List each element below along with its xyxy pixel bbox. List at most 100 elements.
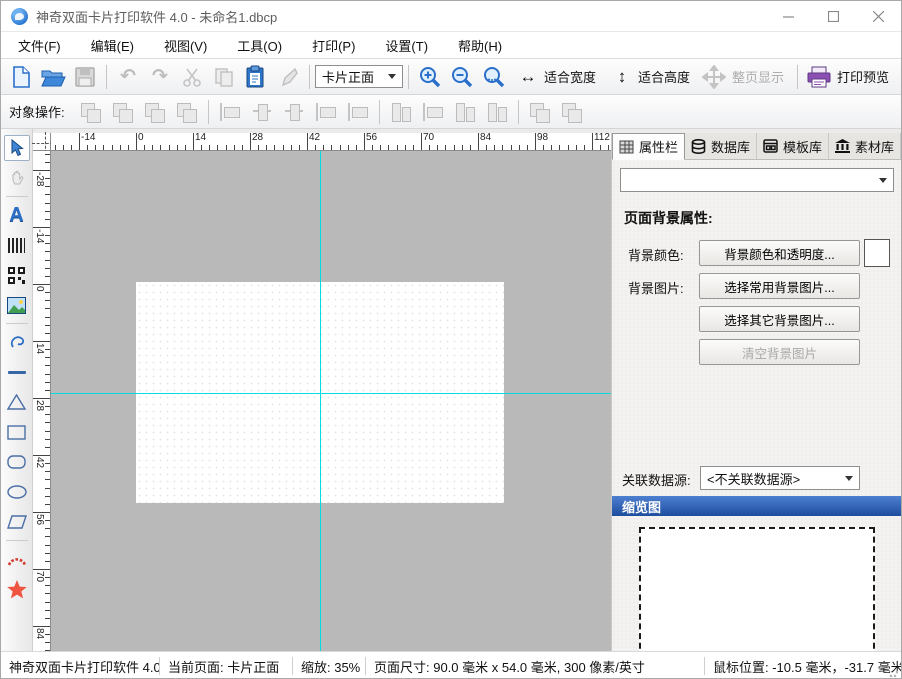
status-app-name: 神奇双面卡片打印软件 4.0 xyxy=(1,657,159,676)
full-page-button[interactable] xyxy=(700,63,728,91)
rotate-object-icon[interactable] xyxy=(527,100,553,124)
hand-icon xyxy=(8,169,26,187)
rounded-rectangle-tool[interactable] xyxy=(4,449,30,475)
fit-width-button[interactable]: ↔ xyxy=(512,63,540,91)
ruler-tick xyxy=(519,145,520,150)
tab-templates[interactable]: 模板库 xyxy=(757,133,829,159)
ruler-label: -14 xyxy=(34,229,44,243)
print-preview-button[interactable] xyxy=(805,63,833,91)
menu-file[interactable]: 文件(F) xyxy=(3,32,76,58)
minimize-button[interactable] xyxy=(766,1,811,31)
curve-tool[interactable] xyxy=(4,329,30,355)
select-common-bg-button[interactable]: 选择常用背景图片... xyxy=(699,273,860,299)
text-tool[interactable]: A xyxy=(4,202,30,228)
fit-height-button[interactable]: ↕ xyxy=(606,63,634,91)
parallelogram-tool[interactable] xyxy=(4,509,30,535)
select-other-bg-button[interactable]: 选择其它背景图片... xyxy=(699,306,860,332)
align-bottom-icon[interactable] xyxy=(345,100,371,124)
ruler-tick xyxy=(79,133,80,150)
same-size-icon[interactable] xyxy=(452,100,478,124)
ruler-tick xyxy=(331,145,332,150)
horizontal-guide-line[interactable] xyxy=(51,393,611,394)
ruler-tick xyxy=(600,145,601,150)
status-page-size: 页面尺寸: 90.0 毫米 x 54.0 毫米, 300 像素/英寸 xyxy=(366,657,704,676)
ruler-origin-box[interactable] xyxy=(33,133,51,151)
ruler-tick xyxy=(45,243,50,244)
format-painter-button[interactable] xyxy=(274,63,302,91)
ellipse-tool[interactable] xyxy=(4,479,30,505)
close-icon xyxy=(873,11,884,22)
cut-button[interactable] xyxy=(178,63,206,91)
ruler-tick xyxy=(193,133,194,150)
menu-tools[interactable]: 工具(O) xyxy=(222,32,297,58)
tab-properties[interactable]: 属性栏 xyxy=(612,133,685,160)
tab-database[interactable]: 数据库 xyxy=(685,133,757,159)
vertical-ruler[interactable]: -28-140142842567084 xyxy=(33,151,51,651)
vertical-guide-line[interactable] xyxy=(320,151,321,651)
right-panel: 属性栏 数据库 模板库 素材库 xyxy=(611,133,901,651)
tab-materials[interactable]: 素材库 xyxy=(829,133,901,159)
align-middle-icon[interactable] xyxy=(281,100,307,124)
same-width-icon[interactable] xyxy=(388,100,414,124)
thumbnail-card-preview[interactable] xyxy=(639,527,875,651)
zoom-scale-button[interactable] xyxy=(480,63,508,91)
new-document-button[interactable] xyxy=(7,63,35,91)
line-tool[interactable] xyxy=(4,359,30,385)
design-canvas[interactable] xyxy=(51,151,611,651)
paste-button[interactable] xyxy=(242,63,270,91)
ruler-tick xyxy=(45,235,50,236)
resize-grip[interactable] xyxy=(889,668,899,678)
same-height-icon[interactable] xyxy=(420,100,446,124)
bg-color-swatch[interactable] xyxy=(864,239,890,267)
star-tool[interactable] xyxy=(4,576,30,602)
align-left-icon[interactable] xyxy=(217,100,243,124)
bring-front-icon[interactable] xyxy=(142,100,168,124)
menu-help[interactable]: 帮助(H) xyxy=(443,32,517,58)
barcode-tool[interactable] xyxy=(4,232,30,258)
bg-color-button[interactable]: 背景颜色和透明度... xyxy=(699,240,860,266)
ungroup-objects-icon[interactable] xyxy=(110,100,136,124)
stamp-tool[interactable] xyxy=(4,546,30,572)
open-file-button[interactable] xyxy=(39,63,67,91)
group-objects-icon[interactable] xyxy=(78,100,104,124)
zoom-out-button[interactable] xyxy=(448,63,476,91)
redo-button[interactable]: ↷ xyxy=(146,63,174,91)
fit-height-label[interactable]: 适合高度 xyxy=(638,67,690,86)
image-tool[interactable] xyxy=(4,292,30,318)
align-right-icon[interactable] xyxy=(313,100,339,124)
menu-edit[interactable]: 编辑(E) xyxy=(76,32,149,58)
datasource-selector[interactable]: <不关联数据源> xyxy=(700,466,860,490)
menu-settings[interactable]: 设置(T) xyxy=(370,32,443,58)
ruler-tick xyxy=(33,341,50,342)
page-side-selector[interactable]: 卡片正面 xyxy=(315,65,403,88)
horizontal-ruler[interactable]: -14014284256708498112 xyxy=(51,133,611,151)
send-back-icon[interactable] xyxy=(174,100,200,124)
menu-view[interactable]: 视图(V) xyxy=(149,32,222,58)
maximize-button[interactable] xyxy=(811,1,856,31)
ruler-tick xyxy=(45,488,50,489)
undo-button[interactable]: ↶ xyxy=(114,63,142,91)
qrcode-tool[interactable] xyxy=(4,262,30,288)
zoom-in-button[interactable] xyxy=(416,63,444,91)
rectangle-tool[interactable] xyxy=(4,419,30,445)
align-center-icon[interactable] xyxy=(249,100,275,124)
thumbnail-area xyxy=(612,516,901,651)
ruler-tick xyxy=(45,162,50,163)
select-tool[interactable] xyxy=(4,135,30,161)
copy-button[interactable] xyxy=(210,63,238,91)
object-toolbar-label: 对象操作: xyxy=(9,102,65,121)
object-selector[interactable] xyxy=(620,168,894,192)
menu-print[interactable]: 打印(P) xyxy=(297,32,370,58)
save-button[interactable] xyxy=(71,63,99,91)
status-mouse-position: 鼠标位置: -10.5 毫米，-31.7 毫米 xyxy=(705,657,901,676)
pan-tool[interactable] xyxy=(4,165,30,191)
object-toolbar: 对象操作: xyxy=(1,95,901,129)
triangle-tool[interactable] xyxy=(4,389,30,415)
close-button[interactable] xyxy=(856,1,901,31)
print-preview-label[interactable]: 打印预览 xyxy=(837,67,889,86)
ruler-tick xyxy=(527,145,528,150)
select-nodes-icon[interactable] xyxy=(559,100,585,124)
fit-width-label[interactable]: 适合宽度 xyxy=(544,67,596,86)
distribute-icon[interactable] xyxy=(484,100,510,124)
ruler-tick xyxy=(45,178,50,179)
